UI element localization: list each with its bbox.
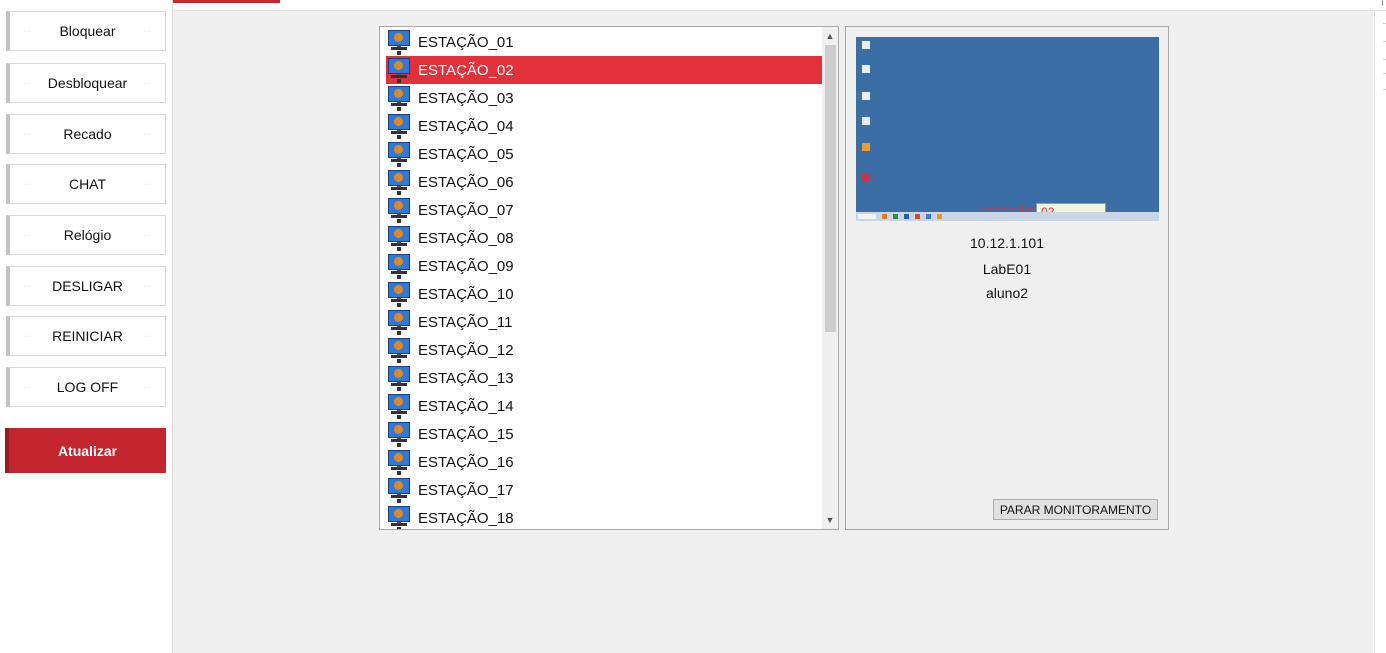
computer-monitor-icon (386, 365, 412, 391)
station-item[interactable]: ESTAÇÃO_10 (386, 280, 823, 308)
remote-taskbar (856, 212, 1159, 221)
message-button-label: Recado (63, 126, 112, 142)
station-label: ESTAÇÃO_10 (418, 285, 514, 303)
station-item[interactable]: ESTAÇÃO_13 (386, 364, 823, 392)
station-label: ESTAÇÃO_06 (418, 173, 514, 191)
clock-button-label: Relógio (63, 227, 112, 243)
computer-monitor-icon (386, 449, 412, 475)
window-edge-mark (1382, 0, 1383, 6)
computer-monitor-icon (386, 421, 412, 447)
station-ip: 10.12.1.101 (970, 235, 1044, 251)
scroll-thumb[interactable] (825, 45, 836, 332)
list-scrollbar[interactable]: ▲ ▼ (822, 27, 838, 529)
computer-monitor-icon (386, 253, 412, 279)
clock-button[interactable]: ↔ Relógio ↔ (6, 215, 166, 255)
restart-button[interactable]: ↔ REINICIAR ↔ (6, 316, 166, 356)
station-label: ESTAÇÃO_11 (418, 313, 513, 331)
refresh-button[interactable]: Atualizar (5, 428, 166, 473)
station-label: ESTAÇÃO_13 (418, 369, 514, 387)
computer-monitor-icon (386, 57, 412, 83)
station-item[interactable]: ESTAÇÃO_01 (386, 28, 823, 56)
computer-monitor-icon (386, 113, 412, 139)
station-label: ESTAÇÃO_02 (418, 61, 514, 79)
station-item[interactable]: ESTAÇÃO_06 (386, 168, 823, 196)
station-label: ESTAÇÃO_12 (418, 341, 514, 359)
right-edge-panel (1374, 11, 1386, 653)
station-label: ESTAÇÃO_08 (418, 229, 514, 247)
shutdown-button[interactable]: ↔ DESLIGAR ↔ (6, 266, 166, 306)
desktop-icon (862, 143, 870, 151)
unlock-button[interactable]: ↔ Desbloquear ↔ (6, 63, 166, 103)
stop-monitoring-button[interactable]: PARAR MONITORAMENTO (993, 499, 1158, 520)
station-label: ESTAÇÃO_17 (418, 481, 514, 499)
computer-monitor-icon (386, 393, 412, 419)
station-item[interactable]: ESTAÇÃO_07 (386, 196, 823, 224)
station-label: ESTAÇÃO_01 (418, 33, 514, 51)
station-item[interactable]: ESTAÇÃO_03 (386, 84, 823, 112)
logoff-button[interactable]: ↔ LOG OFF ↔ (6, 367, 166, 407)
station-label: ESTAÇÃO_05 (418, 145, 514, 163)
scroll-up-arrow-icon[interactable]: ▲ (824, 29, 836, 43)
station-label: ESTAÇÃO_09 (418, 257, 514, 275)
desktop-icon (862, 117, 870, 125)
logoff-button-label: LOG OFF (56, 379, 119, 395)
station-item[interactable]: ESTAÇÃO_15 (386, 420, 823, 448)
station-item[interactable]: ESTAÇÃO_09 (386, 252, 823, 280)
station-user: aluno2 (985, 285, 1029, 301)
desktop-icon (862, 41, 870, 49)
computer-monitor-icon (386, 505, 412, 529)
computer-monitor-icon (386, 141, 412, 167)
station-label: ESTAÇÃO_07 (418, 201, 514, 219)
desktop-icon (862, 92, 870, 100)
station-label: ESTAÇÃO_03 (418, 89, 514, 107)
station-item[interactable]: ESTAÇÃO_17 (386, 476, 823, 504)
station-item[interactable]: ESTAÇÃO_02 (386, 56, 823, 84)
station-item[interactable]: ESTAÇÃO_16 (386, 448, 823, 476)
station-item[interactable]: ESTAÇÃO_08 (386, 224, 823, 252)
station-item[interactable]: ESTAÇÃO_14 (386, 392, 823, 420)
computer-monitor-icon (386, 309, 412, 335)
station-item[interactable]: ESTAÇÃO_05 (386, 140, 823, 168)
station-label: ESTAÇÃO_16 (418, 453, 514, 471)
remote-screen-thumbnail[interactable]: ESTAÇÃO_02 (856, 37, 1159, 221)
monitor-panel: ESTAÇÃO_02 10.12.1.101 LabE01 aluno2 PAR… (845, 26, 1169, 530)
message-button[interactable]: ↔ Recado ↔ (6, 114, 166, 154)
chat-button[interactable]: ↔ CHAT ↔ (6, 164, 166, 204)
computer-monitor-icon (386, 197, 412, 223)
chat-button-label: CHAT (68, 176, 107, 192)
computer-monitor-icon (386, 85, 412, 111)
lock-button[interactable]: ↔ Bloquear ↔ (6, 11, 166, 51)
station-label: ESTAÇÃO_04 (418, 117, 514, 135)
computer-monitor-icon (386, 337, 412, 363)
desktop-icon (862, 173, 870, 181)
computer-monitor-icon (386, 225, 412, 251)
station-item[interactable]: ESTAÇÃO_12 (386, 336, 823, 364)
computer-monitor-icon (386, 29, 412, 55)
station-label: ESTAÇÃO_14 (418, 397, 514, 415)
station-item[interactable]: ESTAÇÃO_04 (386, 112, 823, 140)
station-label: ESTAÇÃO_15 (418, 425, 514, 443)
unlock-button-label: Desbloquear (47, 75, 128, 91)
lock-button-label: Bloquear (59, 23, 116, 39)
shutdown-button-label: DESLIGAR (52, 278, 123, 294)
desktop-icon (862, 65, 870, 73)
computer-monitor-icon (386, 281, 412, 307)
restart-button-label: REINICIAR (52, 328, 123, 344)
station-item[interactable]: ESTAÇÃO_18 (386, 504, 823, 529)
computer-monitor-icon (386, 169, 412, 195)
computer-monitor-icon (386, 477, 412, 503)
station-item[interactable]: ESTAÇÃO_11 (386, 308, 823, 336)
station-list[interactable]: ESTAÇÃO_01 ESTAÇÃO_02 ESTAÇÃO_03 ESTAÇÃO_04… (379, 26, 839, 530)
station-label: ESTAÇÃO_18 (418, 509, 514, 527)
station-lab: LabE01 (982, 261, 1032, 277)
sidebar: ↔ Bloquear ↔ ↔ Desbloquear ↔ ↔ Recado ↔ ↔ CHAT ↔… (0, 0, 173, 653)
scroll-down-arrow-icon[interactable]: ▼ (824, 513, 836, 527)
